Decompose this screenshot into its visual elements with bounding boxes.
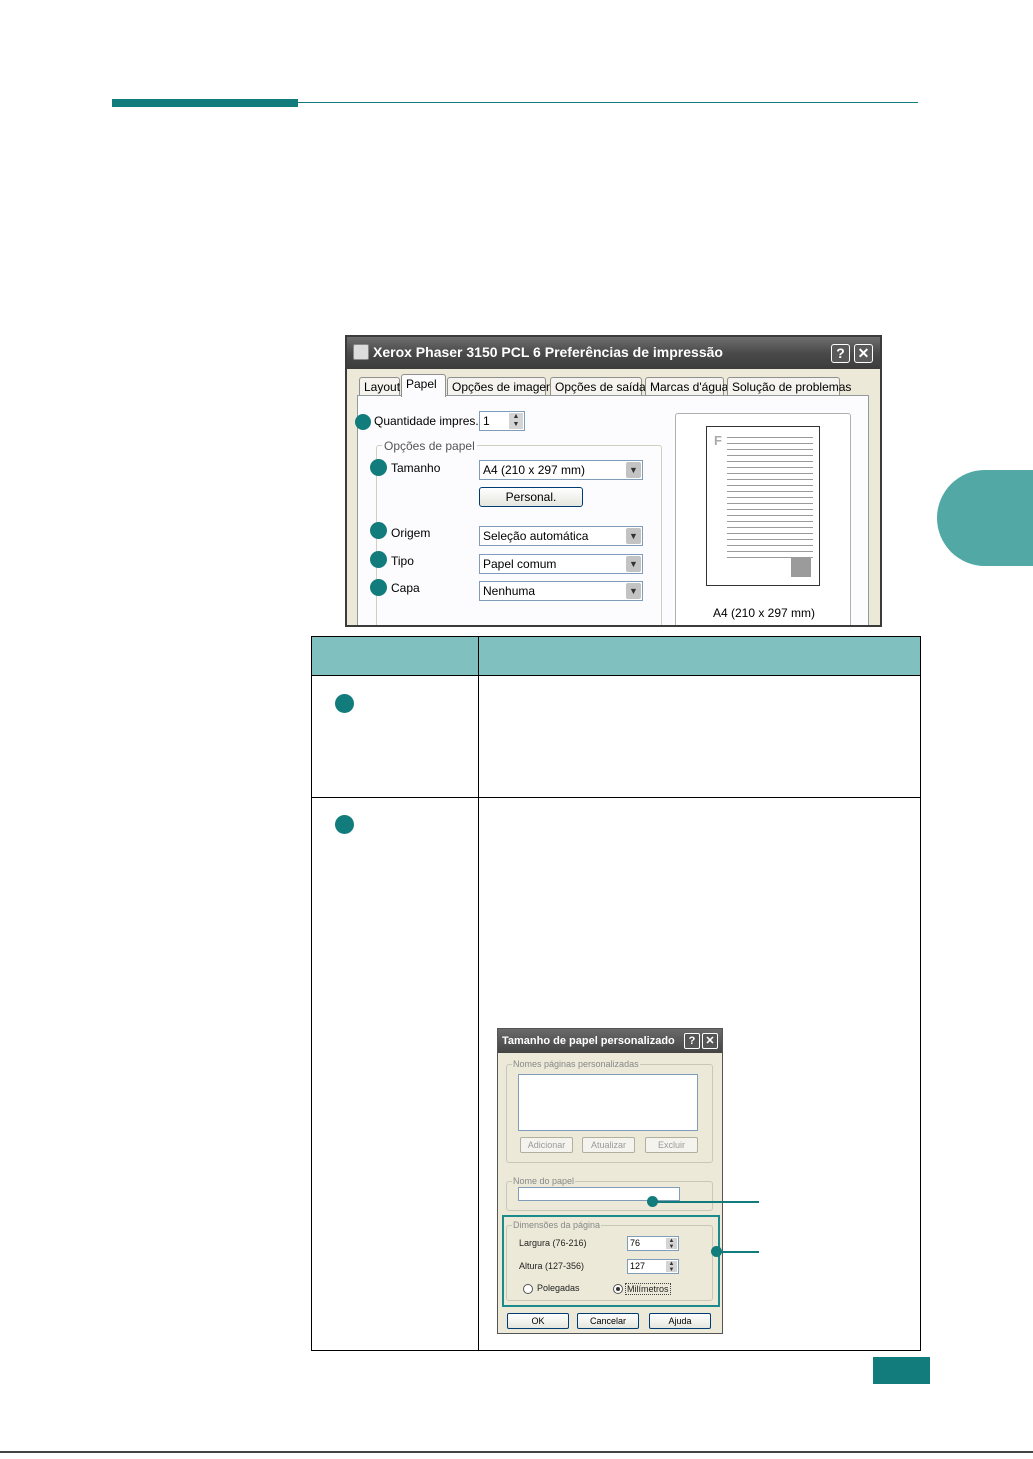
delete-button[interactable]: Excluir — [645, 1137, 698, 1153]
callout-dot-paper-name — [647, 1196, 658, 1207]
header-rule-thin — [298, 102, 918, 103]
chevron-down-icon: ▼ — [626, 583, 641, 599]
size-label: Tamanho — [391, 461, 441, 475]
cover-label: Capa — [391, 581, 420, 595]
paper-options-title: Opções de papel — [382, 439, 477, 453]
help-button[interactable]: ? — [831, 344, 850, 363]
update-button[interactable]: Atualizar — [582, 1137, 635, 1153]
tab-image-options[interactable]: Opções de imagem — [447, 377, 556, 396]
callout-line-paper-name — [652, 1201, 759, 1203]
help-text-button[interactable]: Ajuda — [649, 1313, 711, 1329]
row-marker-1 — [335, 694, 354, 713]
close-button[interactable]: ✕ — [854, 344, 873, 363]
cover-value: Nenhuma — [483, 584, 536, 598]
tab-papel[interactable]: Papel — [401, 374, 446, 397]
page-preview: F A4 (210 x 297 mm) — [675, 413, 851, 625]
source-value: Seleção automática — [483, 529, 589, 543]
custom-size-button[interactable]: Personal. — [479, 487, 583, 507]
cover-select[interactable]: Nenhuma ▼ — [479, 581, 643, 601]
ok-button[interactable]: OK — [507, 1313, 569, 1329]
custom-dialog-title-bar: Tamanho de papel personalizado ? ✕ — [498, 1029, 722, 1053]
tab-output-options[interactable]: Opções de saída — [550, 377, 646, 396]
size-value: A4 (210 x 297 mm) — [483, 463, 586, 477]
print-preferences-dialog: Xerox Phaser 3150 PCL 6 Preferências de … — [345, 335, 882, 627]
chapter-side-tab — [937, 470, 1033, 566]
custom-names-list[interactable] — [518, 1074, 698, 1131]
custom-dialog-title: Tamanho de papel personalizado — [502, 1035, 675, 1047]
callout-line-dimensions — [716, 1251, 759, 1253]
table-column-divider — [478, 636, 479, 1351]
tab-layout[interactable]: Layout — [359, 377, 400, 396]
preview-letter: F — [714, 433, 722, 448]
table-row-divider — [311, 675, 921, 676]
type-label: Tipo — [391, 554, 414, 568]
dialog-title: Xerox Phaser 3150 PCL 6 Preferências de … — [373, 344, 723, 360]
callout-marker-1 — [355, 414, 371, 430]
size-select[interactable]: A4 (210 x 297 mm) ▼ — [479, 460, 643, 480]
callout-dot-dimensions — [711, 1246, 722, 1257]
help-button[interactable]: ? — [684, 1033, 700, 1049]
source-label: Origem — [391, 526, 431, 540]
quantity-label: Quantidade impres. — [374, 414, 479, 428]
type-select[interactable]: Papel comum ▼ — [479, 554, 643, 574]
tab-watermarks[interactable]: Marcas d'água — [645, 377, 728, 396]
chevron-down-icon: ▼ — [626, 528, 641, 544]
dimensions-highlight-box — [502, 1215, 720, 1307]
preview-sheet: F — [706, 426, 820, 586]
page-number-box — [873, 1357, 930, 1384]
header-rule-thick — [112, 99, 298, 107]
quantity-value: 1 — [483, 414, 490, 428]
close-button[interactable]: ✕ — [702, 1033, 718, 1049]
callout-marker-4 — [370, 551, 387, 568]
row-marker-2 — [335, 815, 354, 834]
type-value: Papel comum — [483, 557, 557, 571]
preview-image-block — [791, 557, 811, 577]
quantity-spinner[interactable]: 1 ▲ ▼ — [479, 411, 525, 431]
preview-caption: A4 (210 x 297 mm) — [712, 606, 816, 620]
printer-icon — [353, 344, 369, 360]
spinner-arrows-icon[interactable]: ▲ ▼ — [509, 413, 523, 429]
cancel-button[interactable]: Cancelar — [577, 1313, 639, 1329]
callout-marker-3 — [370, 522, 387, 539]
source-select[interactable]: Seleção automática ▼ — [479, 526, 643, 546]
chevron-down-icon: ▼ — [626, 462, 641, 478]
custom-names-title: Nomes páginas personalizadas — [512, 1059, 640, 1069]
add-button[interactable]: Adicionar — [520, 1137, 573, 1153]
paper-name-title: Nome do papel — [512, 1176, 576, 1186]
footer-line — [0, 1451, 1033, 1453]
tab-troubleshooting[interactable]: Solução de problemas — [727, 377, 851, 396]
table-row-divider — [311, 797, 921, 798]
callout-marker-2 — [370, 459, 387, 476]
callout-marker-5 — [370, 579, 387, 596]
chevron-down-icon: ▼ — [626, 556, 641, 572]
dialog-title-bar: Xerox Phaser 3150 PCL 6 Preferências de … — [347, 337, 880, 369]
